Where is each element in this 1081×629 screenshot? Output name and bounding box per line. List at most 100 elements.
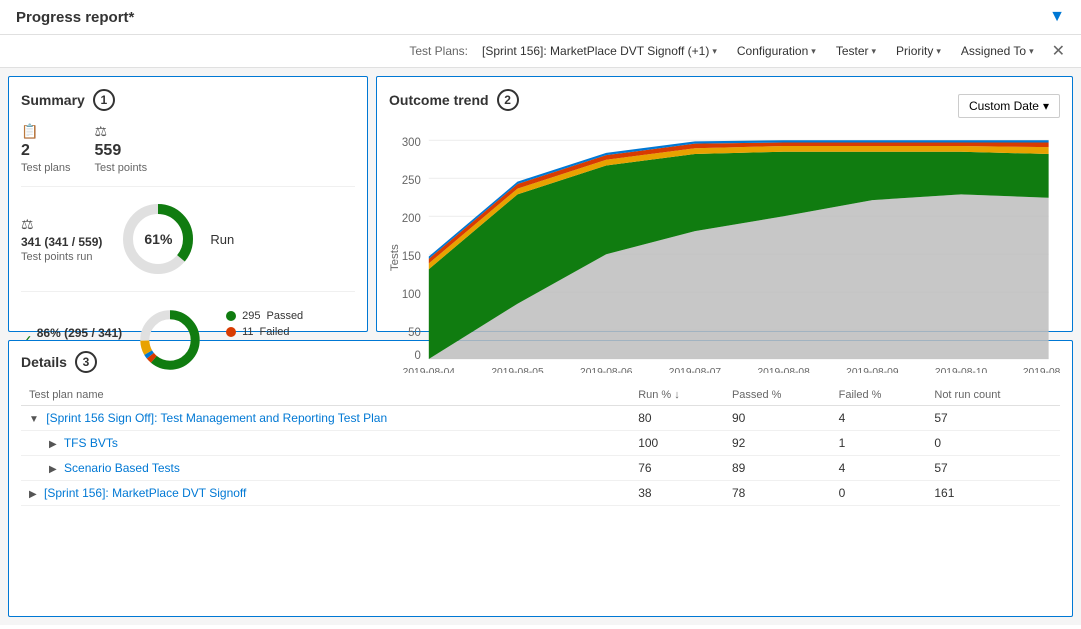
trend-title-area: Outcome trend 2 (389, 89, 519, 111)
row-run-pct: 76 (630, 455, 724, 480)
svg-text:2019-08-06: 2019-08-06 (580, 367, 633, 373)
main-content: Summary 1 📋 2 Test plans ⚖ 559 Test poin… (0, 68, 1081, 625)
test-points-run-label: Test points run (21, 251, 102, 263)
row-failed-pct: 0 (831, 480, 927, 505)
date-chevron-icon: ▾ (1043, 99, 1049, 113)
run-donut-chart: 61% (118, 199, 198, 279)
row-passed-pct: 92 (724, 430, 831, 455)
details-table: Test plan name Run % ↓ Passed % Failed %… (21, 385, 1060, 506)
col-test-plan-name: Test plan name (21, 385, 630, 406)
filter-icon[interactable]: ▼ (1049, 8, 1065, 26)
row-plan-name: ▼ [Sprint 156 Sign Off]: Test Management… (21, 405, 630, 430)
custom-date-label: Custom Date (969, 99, 1039, 113)
page-title: Progress report* (16, 9, 134, 26)
priority-chevron-icon: ▾ (936, 46, 941, 57)
close-button[interactable]: ✕ (1048, 41, 1069, 61)
configuration-filter[interactable]: Configuration ▾ (731, 42, 822, 60)
table-row[interactable]: ▶ Scenario Based Tests 76 89 4 57 (21, 455, 1060, 480)
failed-dot (226, 327, 236, 337)
test-plan-filter-value: [Sprint 156]: MarketPlace DVT Signoff (+… (482, 44, 709, 58)
row-not-run-count: 161 (926, 480, 1060, 505)
details-table-header: Test plan name Run % ↓ Passed % Failed %… (21, 385, 1060, 406)
assigned-to-chevron-icon: ▾ (1029, 46, 1034, 57)
title-bar: Progress report* ▼ (0, 0, 1081, 35)
outcome-trend-panel: Outcome trend 2 Custom Date ▾ 300 250 20… (376, 76, 1073, 332)
plan-name-link[interactable]: Scenario Based Tests (64, 461, 180, 475)
plan-name-link[interactable]: [Sprint 156 Sign Off]: Test Management a… (46, 411, 387, 425)
run-info: ⚖ 341 (341 / 559) Test points run (21, 216, 102, 263)
test-plans-stat: 📋 2 Test plans (21, 123, 71, 174)
configuration-filter-label: Configuration (737, 44, 808, 58)
row-failed-pct: 1 (831, 430, 927, 455)
chart-area: 300 250 200 150 100 50 0 Tests (389, 131, 1060, 373)
summary-header: Summary 1 (21, 89, 355, 111)
priority-filter-label: Priority (896, 44, 933, 58)
svg-text:Tests: Tests (389, 244, 401, 271)
summary-badge: 1 (93, 89, 115, 111)
pass-rate-donut-chart (134, 304, 206, 376)
svg-text:2019-08-10: 2019-08-10 (935, 367, 988, 373)
row-passed-pct: 89 (724, 455, 831, 480)
assigned-to-filter-label: Assigned To (961, 44, 1026, 58)
svg-text:0: 0 (415, 350, 421, 362)
col-failed-pct: Failed % (831, 385, 927, 406)
tester-filter-label: Tester (836, 44, 869, 58)
passed-value: 295 (242, 310, 260, 322)
outcome-chart: 300 250 200 150 100 50 0 Tests (389, 131, 1060, 373)
svg-text:100: 100 (402, 289, 421, 301)
failed-value: 11 (242, 326, 253, 338)
table-row[interactable]: ▶ [Sprint 156]: MarketPlace DVT Signoff … (21, 480, 1060, 505)
svg-text:2019-08-08: 2019-08-08 (757, 367, 810, 373)
row-plan-name: ▶ Scenario Based Tests (21, 455, 630, 480)
expand-icon[interactable]: ▶ (49, 464, 57, 475)
row-plan-name: ▶ [Sprint 156]: MarketPlace DVT Signoff (21, 480, 630, 505)
row-plan-name: ▶ TFS BVTs (21, 430, 630, 455)
details-badge: 3 (75, 351, 97, 373)
trend-title: Outcome trend (389, 92, 489, 108)
test-points-label: Test points (95, 162, 148, 174)
row-run-pct: 100 (630, 430, 724, 455)
svg-text:2019-08-04: 2019-08-04 (403, 367, 456, 373)
summary-panel: Summary 1 📋 2 Test plans ⚖ 559 Test poin… (8, 76, 368, 332)
svg-text:150: 150 (402, 251, 421, 263)
details-table-body: ▼ [Sprint 156 Sign Off]: Test Management… (21, 405, 1060, 505)
col-run-pct: Run % ↓ (630, 385, 724, 406)
priority-filter[interactable]: Priority ▾ (890, 42, 947, 60)
run-text-label: Run (210, 232, 234, 247)
expand-icon[interactable]: ▶ (29, 489, 37, 500)
pass-rate-value: 86% (295 / 341) (37, 326, 122, 340)
details-panel: Details 3 Test plan name Run % ↓ Passed … (8, 340, 1073, 618)
col-not-run-count: Not run count (926, 385, 1060, 406)
test-points-run-count: 341 (341 / 559) (21, 235, 102, 249)
tester-filter[interactable]: Tester ▾ (830, 42, 882, 60)
tester-chevron-icon: ▾ (872, 46, 877, 57)
table-row[interactable]: ▼ [Sprint 156 Sign Off]: Test Management… (21, 405, 1060, 430)
svg-text:2019-08-09: 2019-08-09 (846, 367, 899, 373)
test-plan-filter[interactable]: [Sprint 156]: MarketPlace DVT Signoff (+… (476, 42, 723, 60)
summary-stats: 📋 2 Test plans ⚖ 559 Test points (21, 123, 355, 187)
filter-bar: Test Plans: [Sprint 156]: MarketPlace DV… (0, 35, 1081, 68)
svg-text:200: 200 (402, 213, 421, 225)
svg-text:50: 50 (408, 327, 421, 339)
svg-text:250: 250 (402, 175, 421, 187)
passed-dot (226, 311, 236, 321)
run-percent-label: 61% (144, 231, 172, 247)
test-points-count: 559 (95, 142, 148, 160)
plan-name-link[interactable]: TFS BVTs (64, 436, 118, 450)
expand-icon[interactable]: ▶ (49, 439, 57, 450)
trend-badge: 2 (497, 89, 519, 111)
expand-icon[interactable]: ▼ (29, 414, 39, 425)
row-failed-pct: 4 (831, 405, 927, 430)
row-run-pct: 38 (630, 480, 724, 505)
summary-mid: ⚖ 341 (341 / 559) Test points run 61% (21, 199, 355, 292)
test-points-icon: ⚖ (95, 123, 148, 140)
assigned-to-filter[interactable]: Assigned To ▾ (955, 42, 1040, 60)
custom-date-button[interactable]: Custom Date ▾ (958, 94, 1060, 118)
test-plan-filter-label: Test Plans: (409, 44, 468, 58)
legend-passed: 295 Passed (226, 310, 330, 322)
config-chevron-icon: ▾ (811, 46, 816, 57)
col-passed-pct: Passed % (724, 385, 831, 406)
plan-name-link[interactable]: [Sprint 156]: MarketPlace DVT Signoff (44, 486, 246, 500)
test-plan-chevron-icon: ▾ (712, 46, 717, 57)
table-row[interactable]: ▶ TFS BVTs 100 92 1 0 (21, 430, 1060, 455)
